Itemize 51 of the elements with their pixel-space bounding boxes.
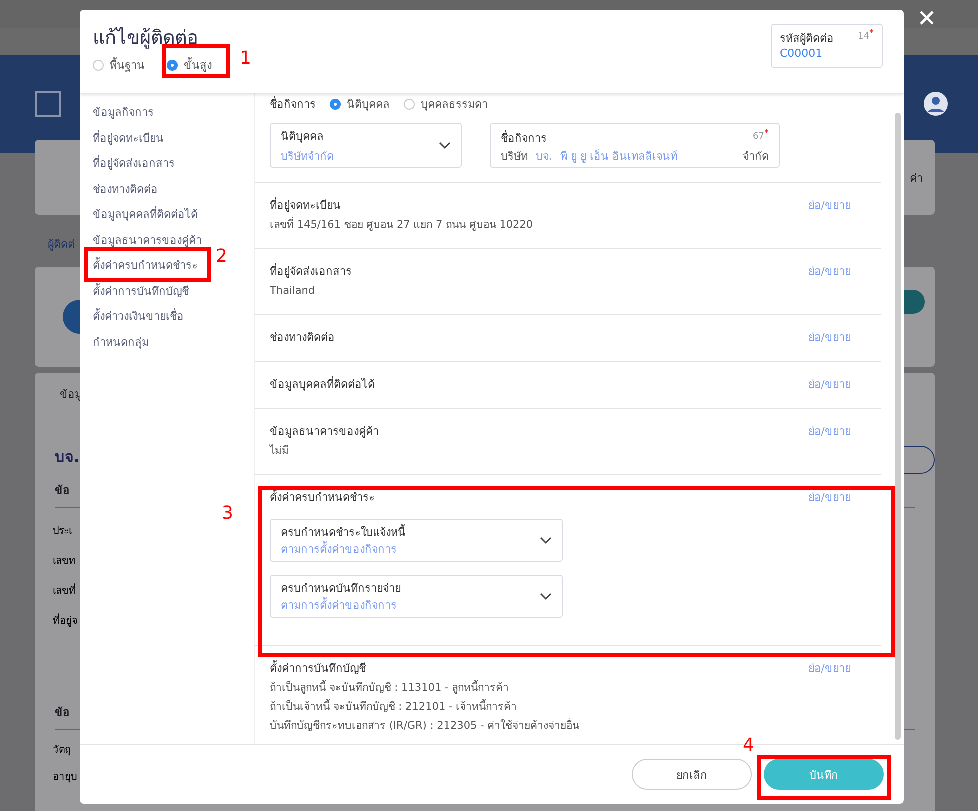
logo-icon: [35, 91, 61, 117]
section-nav-link[interactable]: ตั้งค่าการบันทึกบัญชี: [93, 282, 189, 301]
section-title: ช่องทางติดต่อ: [270, 330, 335, 346]
dialog-title: แก้ไขผู้ติดต่อ: [93, 26, 199, 51]
section-nav-link[interactable]: ที่อยู่จัดส่งเอกสาร: [93, 154, 175, 174]
field-label: ที่อยู่จ: [53, 613, 78, 628]
required-mark: *: [764, 129, 769, 139]
section-nav-link[interactable]: ข้อมูลธนาคารของคู่ค้า: [93, 230, 202, 250]
entity-select[interactable]: นิติบุคคล บริษัทจำกัด: [270, 123, 462, 168]
chevron-down-icon: [540, 536, 552, 544]
company-name: บจ.: [55, 447, 80, 468]
section-detail: เลขที่ 145/161 ซอย ศูบอน 27 แยก 7 ถนน ศูบอน 10220: [270, 217, 534, 233]
section-nav-link[interactable]: ที่อยู่จดทะเบียน: [93, 128, 164, 148]
business-name-label: ชื่อกิจการ: [270, 96, 316, 113]
close-icon[interactable]: [919, 10, 935, 26]
section-nav-link[interactable]: ช่องทางติดต่อ: [93, 180, 158, 199]
cancel-button[interactable]: ยกเลิก: [632, 759, 752, 790]
section-title: ข้อมูลธนาคารของคู่ค้า: [270, 424, 379, 440]
section-nav-link[interactable]: ตั้งค่าครบกำหนดชำระ: [93, 256, 198, 276]
chevron-down-icon: [439, 142, 451, 150]
section-detail: Thailand: [270, 284, 316, 299]
section-nav-link[interactable]: ข้อมูลบุคคลที่ติดต่อได้: [93, 205, 198, 224]
annotation-number: 1: [240, 48, 252, 69]
scrollbar[interactable]: [895, 113, 901, 740]
section-detail: ไม่มี: [270, 444, 289, 459]
section-title: ที่อยู่จัดส่งเอกสาร: [270, 264, 352, 280]
due-date-select[interactable]: ครบกำหนดชำระใบแจ้งหนี้ ตามการตั้งค่าของกิจการ: [270, 519, 563, 562]
menu-label: ค่า: [910, 170, 923, 186]
section-nav-link[interactable]: ข้อมูลกิจการ: [93, 103, 154, 122]
section-nav-link[interactable]: กำหนดกลุ่ม: [93, 332, 149, 352]
field-label: อายุบ: [53, 771, 77, 784]
section-detail: ถ้าเป็นลูกหนี้ จะบันทึกบัญชี : 113101 - ลูกหนี้การค้า: [270, 680, 510, 696]
annotation-number: 2: [216, 246, 228, 267]
user-avatar-icon: [924, 92, 948, 116]
required-mark: *: [870, 29, 874, 39]
section-title: ข้อมูลบุคคลที่ติดต่อได้: [270, 377, 375, 393]
field-label: เลขท: [53, 555, 76, 568]
mode-radio[interactable]: ขั้นสูง: [167, 56, 212, 74]
field-label: ประเ: [53, 525, 72, 538]
field-label: วัตถุ: [53, 744, 71, 757]
entity-type-radio[interactable]: นิติบุคคล: [330, 95, 390, 113]
entity-type-radio[interactable]: บุคคลธรรมดา: [404, 95, 488, 113]
section-nav-link[interactable]: ตั้งค่าวงเงินขายเชื่อ: [93, 307, 184, 326]
field-label: เลขที่: [53, 583, 76, 598]
annotation-number: 4: [743, 735, 754, 756]
mode-radio[interactable]: พื้นฐาน: [93, 56, 145, 74]
chevron-down-icon: [540, 592, 552, 600]
section-title: ตั้งค่าการบันทึกบัญชี: [270, 661, 366, 677]
due-date-select[interactable]: ครบกำหนดบันทึกรายจ่าย ตามการตั้งค่าของกิจการ: [270, 575, 563, 618]
section-title: ที่อยู่จดทะเบียน: [270, 198, 341, 214]
section-title: ตั้งค่าครบกำหนดชำระ: [270, 490, 375, 506]
